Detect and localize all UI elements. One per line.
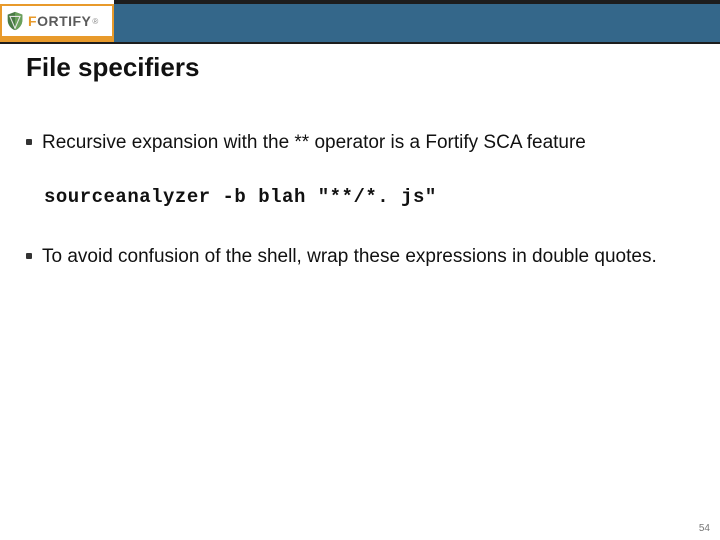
bullet-dot-icon xyxy=(26,139,32,145)
page-number: 54 xyxy=(699,523,710,534)
bullet-dot-icon xyxy=(26,253,32,259)
code-example: sourceanalyzer -b blah "**/*. js" xyxy=(44,186,686,208)
bullet-text: To avoid confusion of the shell, wrap th… xyxy=(42,244,657,270)
fortify-logo: FORTIFY ® xyxy=(2,6,112,36)
blue-bar xyxy=(114,4,720,42)
logo-rest: ORTIFY xyxy=(37,13,91,29)
logo-text: FORTIFY xyxy=(28,13,91,29)
top-bar: FORTIFY ® xyxy=(0,0,720,44)
registered-mark: ® xyxy=(92,17,98,26)
shield-icon xyxy=(4,10,26,32)
logo-accent: F xyxy=(28,13,37,29)
bullet-item: To avoid confusion of the shell, wrap th… xyxy=(26,244,686,270)
slide-content: Recursive expansion with the ** operator… xyxy=(26,130,686,299)
brand-strip: FORTIFY ® xyxy=(0,4,114,42)
bottom-dark-line xyxy=(0,42,720,44)
slide-title: File specifiers xyxy=(26,52,199,83)
slide: FORTIFY ® File specifiers Recursive expa… xyxy=(0,0,720,540)
bullet-text: Recursive expansion with the ** operator… xyxy=(42,130,586,156)
bullet-item: Recursive expansion with the ** operator… xyxy=(26,130,686,156)
